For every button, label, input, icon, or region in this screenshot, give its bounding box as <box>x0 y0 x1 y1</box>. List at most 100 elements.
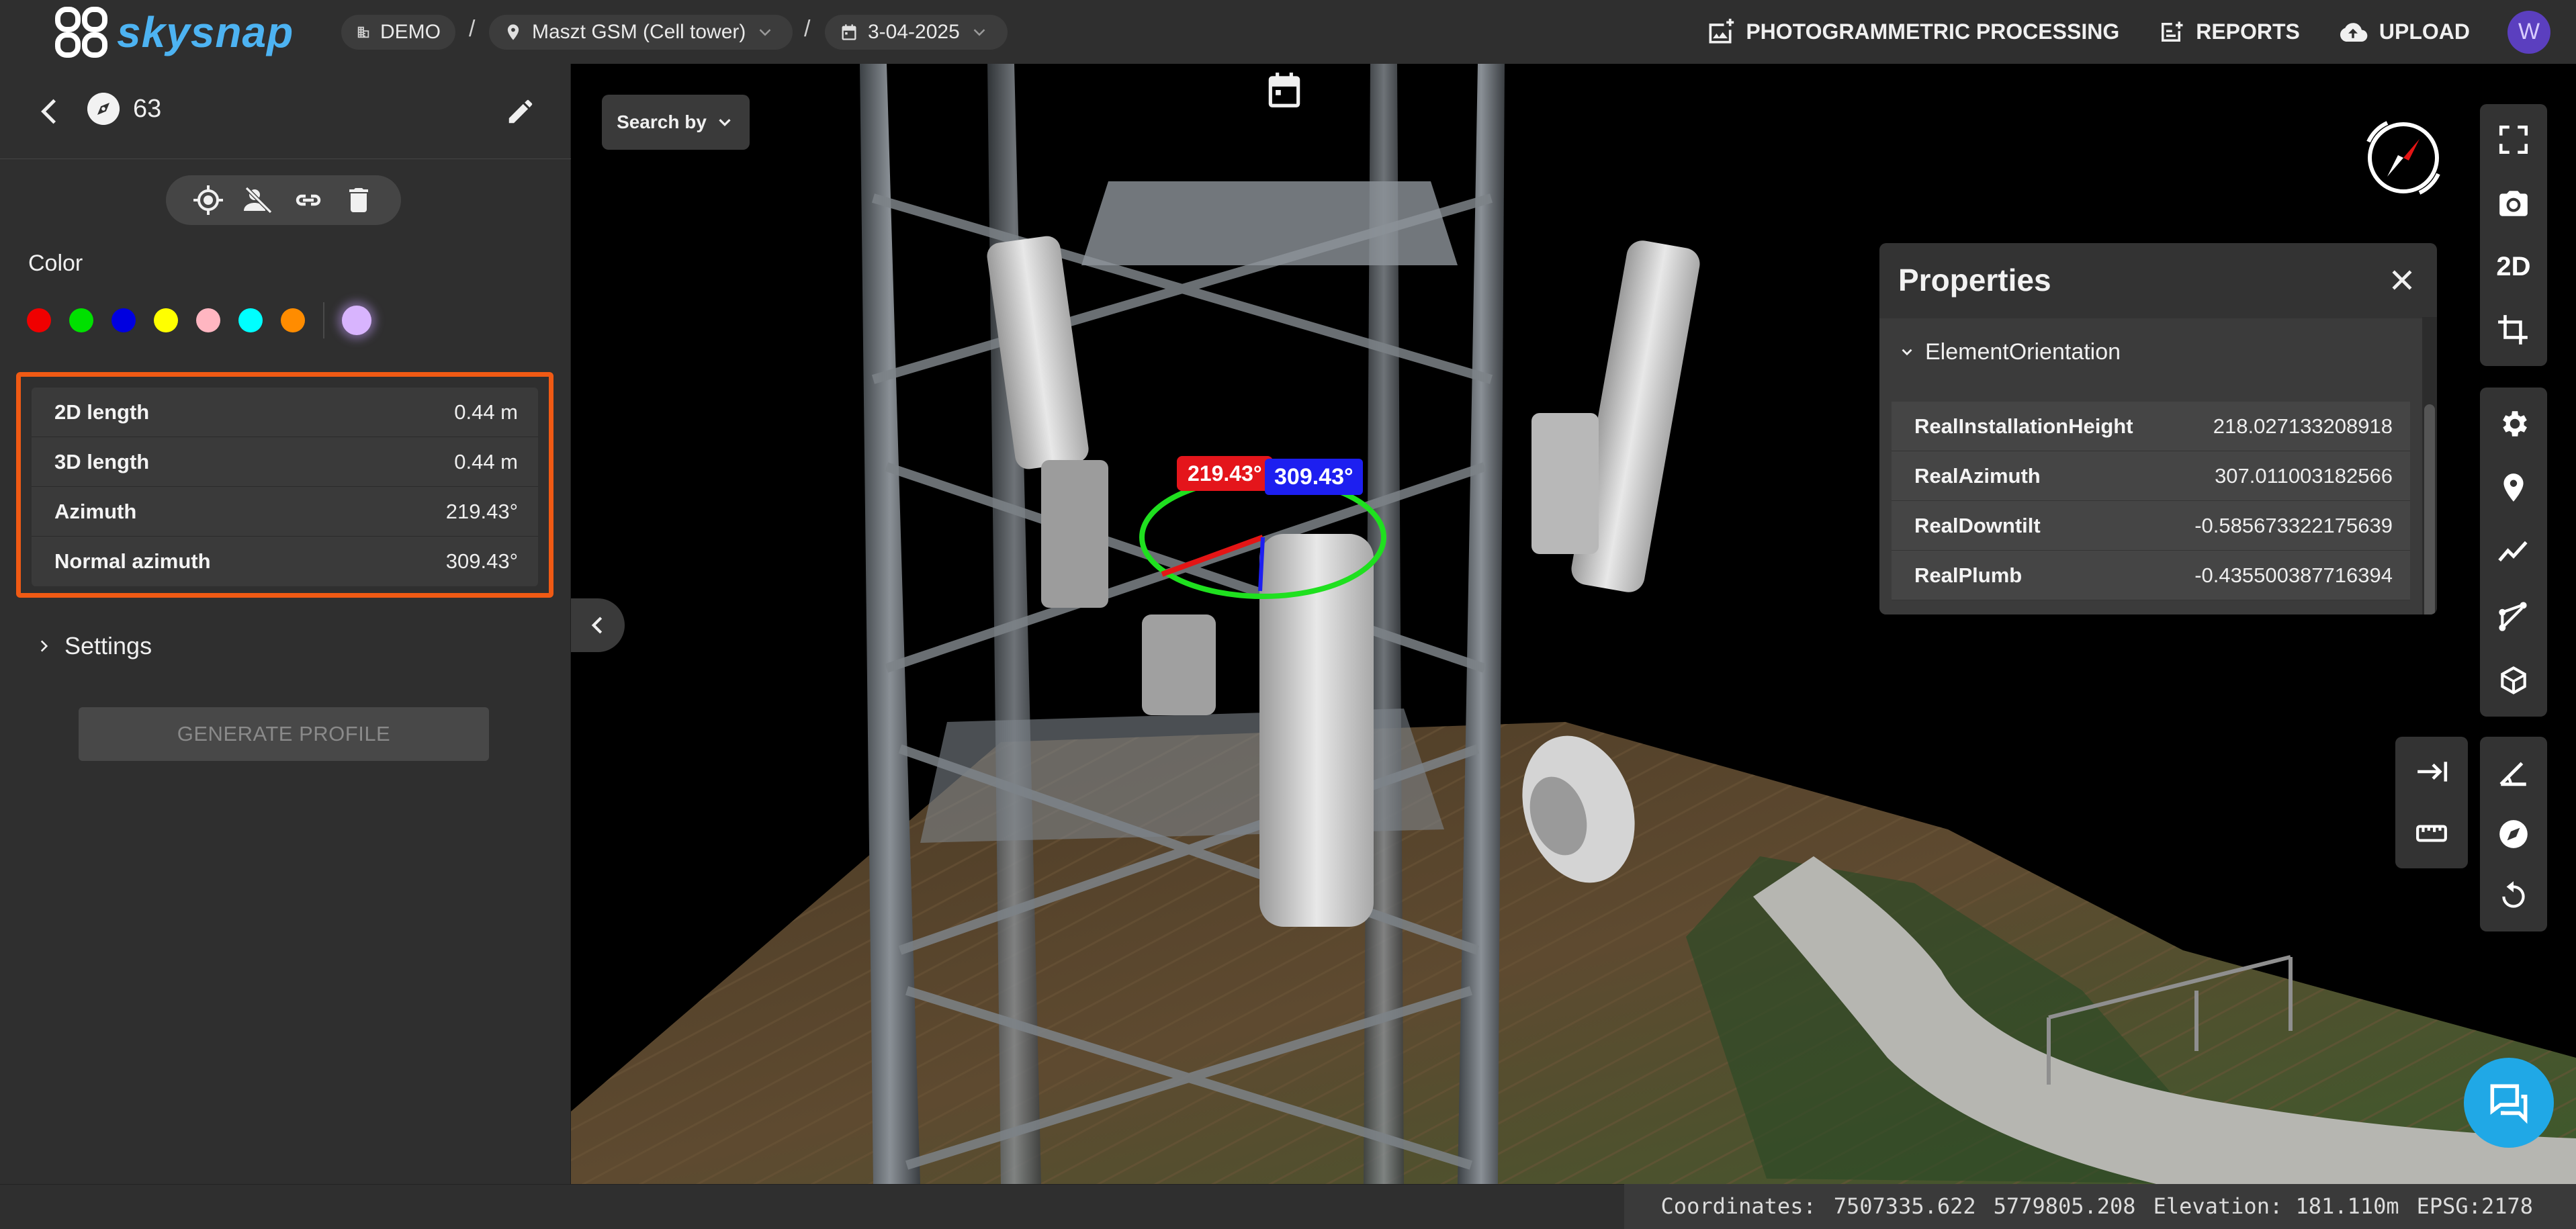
breadcrumb-separator: / <box>469 16 476 42</box>
breadcrumb-date[interactable]: 3-04-2025 <box>825 15 1008 50</box>
color-swatch-yellow[interactable] <box>154 308 178 332</box>
calendar-icon <box>842 24 856 40</box>
measurement-key: 2D length <box>54 400 150 424</box>
arrow-to-line-icon <box>2417 762 2448 782</box>
gear-icon <box>2503 411 2527 437</box>
fullscreen-button[interactable] <box>2480 108 2547 172</box>
link-icon[interactable] <box>292 184 324 216</box>
settings-expander[interactable]: Settings <box>35 632 152 660</box>
measurement-row: Azimuth 219.43° <box>32 487 538 537</box>
property-row: RealAzimuth 307.011003182566 <box>1892 451 2410 501</box>
property-key: RealPlumb <box>1914 563 2023 587</box>
reports-button[interactable]: REPORTS <box>2157 18 2300 46</box>
color-swatch-cyan[interactable] <box>238 308 263 332</box>
selected-color-swatch[interactable] <box>342 306 371 335</box>
measurement-value: 0.44 m <box>454 400 518 424</box>
screenshot-button[interactable] <box>2480 172 2547 236</box>
chevron-down-icon <box>719 119 731 127</box>
settings-label: Settings <box>64 632 152 659</box>
polyline-button[interactable] <box>2480 520 2547 584</box>
compass-icon <box>2499 820 2528 848</box>
compass-icon <box>87 93 120 125</box>
chevron-right-icon <box>40 640 48 652</box>
polygon-button[interactable] <box>2480 584 2547 649</box>
color-swatch-blue[interactable] <box>112 308 136 332</box>
azimuth-button[interactable] <box>2480 803 2547 866</box>
properties-header: Properties <box>1879 243 2437 317</box>
elevation-value: Elevation: 181.110m <box>2153 1193 2399 1219</box>
reset-rotation-button[interactable] <box>2480 865 2547 927</box>
cloud-upload-icon <box>2340 22 2368 42</box>
angle-button[interactable] <box>2480 741 2547 803</box>
locate-target-icon[interactable] <box>192 184 224 216</box>
settings-button[interactable] <box>2480 392 2547 456</box>
hide-person-icon[interactable] <box>242 184 275 216</box>
property-row: RealInstallationHeight 218.027133208918 <box>1892 402 2410 451</box>
search-by-dropdown[interactable]: Search by <box>602 95 750 150</box>
scrollbar-thumb[interactable] <box>2424 404 2435 614</box>
measurement-highlight-box: 2D length 0.44 m 3D length 0.44 m Azimut… <box>16 372 553 598</box>
measurement-value: 0.44 m <box>454 449 518 473</box>
add-point-button[interactable] <box>2480 456 2547 520</box>
compass-rose-icon[interactable] <box>2360 115 2446 201</box>
brand-name: skysnap <box>117 8 294 56</box>
calendar-icon[interactable] <box>1263 69 1305 111</box>
delete-trash-icon[interactable] <box>343 184 375 216</box>
measurement-value: 309.43° <box>445 549 518 573</box>
collapse-panel-button[interactable] <box>571 598 625 652</box>
close-icon[interactable] <box>2387 265 2417 295</box>
3d-viewport[interactable]: 219.43° 309.43° Search by Properties Ele… <box>571 64 2576 1184</box>
property-value: -0.585673322175639 <box>2194 513 2393 537</box>
color-swatch-red[interactable] <box>27 308 51 332</box>
skysnap-logo[interactable]: skysnap <box>55 7 294 58</box>
color-swatch-green[interactable] <box>69 308 93 332</box>
crop-icon <box>2498 314 2528 345</box>
back-arrow-icon[interactable] <box>34 93 67 130</box>
crop-button[interactable] <box>2480 299 2547 363</box>
distance-button[interactable] <box>2395 741 2468 803</box>
property-key: RealAzimuth <box>1914 463 2041 488</box>
ruler-icon <box>2416 825 2447 842</box>
volume-button[interactable] <box>2480 648 2547 713</box>
element-orientation-section[interactable]: ElementOrientation <box>1879 318 2422 385</box>
top-bar: skysnap DEMO / Maszt GSM (Cell tower) / … <box>0 0 2576 64</box>
polygon-icon <box>2499 601 2527 631</box>
generate-profile-button[interactable]: GENERATE PROFILE <box>79 707 489 761</box>
breadcrumb-separator-2: / <box>804 16 811 42</box>
upload-button[interactable]: UPLOAD <box>2338 18 2470 46</box>
breadcrumb-site[interactable]: Maszt GSM (Cell tower) <box>489 15 793 50</box>
add-photo-icon <box>1709 18 1734 43</box>
location-pin-icon <box>2503 473 2524 502</box>
coordinate-text: Coordinates: 7507335.622 5779805.208 Ele… <box>1661 1193 2533 1219</box>
cube-icon <box>2501 666 2526 695</box>
property-value: 307.011003182566 <box>2215 463 2393 488</box>
breadcrumb-org[interactable]: DEMO <box>341 15 455 50</box>
user-avatar[interactable]: W <box>2507 10 2550 54</box>
properties-title: Properties <box>1898 263 2051 298</box>
mode-2d-button[interactable]: 2D <box>2480 235 2547 299</box>
section-label: ElementOrientation <box>1925 338 2121 365</box>
photogrammetric-processing-button[interactable]: PHOTOGRAMMETRIC PROCESSING <box>1705 17 2119 47</box>
property-value: -0.435500387716394 <box>2194 563 2393 587</box>
property-value: 218.027133208918 <box>2213 414 2393 438</box>
polyline-icon <box>2498 541 2528 562</box>
chevron-down-icon <box>1902 349 1912 356</box>
swatch-divider <box>323 302 324 338</box>
chat-support-button[interactable] <box>2464 1058 2554 1148</box>
measurement-row: 2D length 0.44 m <box>32 388 538 437</box>
ruler-button[interactable] <box>2395 803 2468 864</box>
property-row: RealDowntilt -0.585673322175639 <box>1892 501 2410 551</box>
normal-azimuth-label: 309.43° <box>1265 459 1363 495</box>
left-panel: 63 Color 2D length 0.44 m 3D length 0.44… <box>0 64 571 1184</box>
edit-pencil-icon[interactable] <box>505 96 536 127</box>
chevron-left-icon <box>591 617 603 634</box>
measurement-table: 2D length 0.44 m 3D length 0.44 m Azimut… <box>32 388 538 586</box>
measurement-id: 63 <box>133 95 162 123</box>
measurement-key: Normal azimuth <box>54 549 211 573</box>
color-swatch-orange[interactable] <box>281 308 305 332</box>
report-icon <box>2162 21 2183 42</box>
fullscreen-icon <box>2499 126 2528 154</box>
properties-scrollbar[interactable] <box>2422 317 2437 614</box>
color-swatch-pink[interactable] <box>196 308 220 332</box>
epsg-value: EPSG:2178 <box>2416 1193 2533 1219</box>
